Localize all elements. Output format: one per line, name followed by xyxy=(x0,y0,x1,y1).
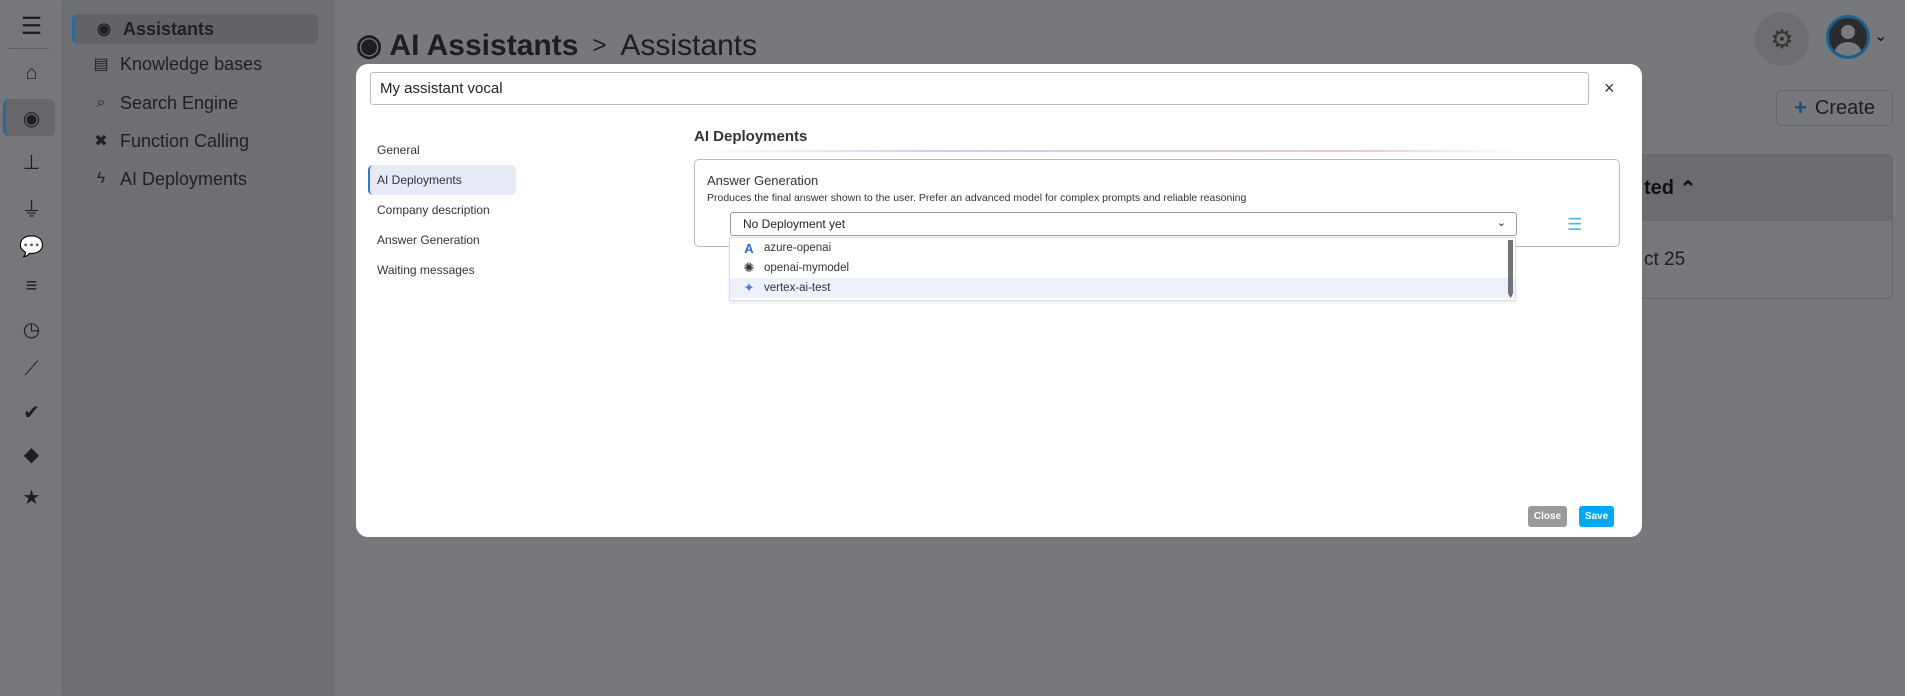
brain-icon: ◉ xyxy=(97,21,111,38)
vertex-sparkle-icon: ✦ xyxy=(743,280,755,295)
table-header[interactable]: ted ⌃ xyxy=(1621,155,1892,221)
comments-icon[interactable]: 💬 xyxy=(0,234,63,259)
nav-company-description[interactable]: Company description xyxy=(368,195,516,225)
assistants-table: ted ⌃ ct 25 xyxy=(1620,154,1893,299)
section-title: AI Deployments xyxy=(694,128,808,145)
icon-bar: ☰ ⌂ ◉ ⊥ ⏚ 💬 ≡ ◷ ⟋ ✔ ◆ ★ xyxy=(0,0,63,696)
sidebar-item-label: Function Calling xyxy=(120,130,250,151)
chevron-down-icon[interactable]: ⌄ xyxy=(1874,26,1887,46)
bolt-icon: ϟ xyxy=(96,170,106,187)
sidebar-item-label: Search Engine xyxy=(120,92,239,113)
modal-nav: General AI Deployments Company descripti… xyxy=(368,135,516,285)
sidebar-item-assistants[interactable]: ◉ Assistants xyxy=(72,14,318,44)
sidebar-item-ai-deployments[interactable]: ϟ AI Deployments xyxy=(72,164,318,194)
sidebar-item-function-calling[interactable]: ✖ Function Calling xyxy=(72,126,318,156)
select-value: No Deployment yet xyxy=(743,217,846,231)
divider xyxy=(694,150,1520,152)
chart-line-icon[interactable]: ⟋ xyxy=(0,358,63,381)
breadcrumb: ◉ AI Assistants > Assistants xyxy=(356,28,757,63)
brain-icon[interactable]: ◉ xyxy=(0,106,63,131)
brain-icon: ◉ xyxy=(356,29,383,62)
table-cell: ct 25 xyxy=(1644,249,1686,270)
tag-icon[interactable]: ◆ xyxy=(0,442,63,467)
sidebar-item-knowledge-bases[interactable]: ▤ Knowledge bases xyxy=(72,49,318,79)
answer-generation-card: Answer Generation Produces the final ans… xyxy=(694,159,1620,247)
sidebar-item-search-engine[interactable]: ⌕ Search Engine xyxy=(72,88,318,118)
breadcrumb-section[interactable]: ◉ AI Assistants xyxy=(356,28,578,63)
divider xyxy=(9,48,49,49)
card-title: Answer Generation xyxy=(707,173,819,188)
assistant-name-input[interactable] xyxy=(370,72,1589,105)
check-circle-icon[interactable]: ✔ xyxy=(0,400,63,425)
deployment-dropdown: Aazure-openai ✺ openai-mymodel ✦ vertex-ai… xyxy=(729,237,1516,301)
avatar[interactable] xyxy=(1826,15,1870,59)
option-label: azure-openai xyxy=(764,242,832,254)
close-icon[interactable]: × xyxy=(1604,78,1615,99)
option-label: vertex-ai-test xyxy=(764,282,831,294)
option-vertex-ai-test[interactable]: ✦ vertex-ai-test xyxy=(730,278,1515,298)
option-azure-openai[interactable]: Aazure-openai xyxy=(730,238,1515,258)
book-icon: ▤ xyxy=(93,56,109,73)
create-button[interactable]: + Create xyxy=(1776,90,1893,126)
menu-icon[interactable]: ☰ xyxy=(0,12,63,41)
sidebar-item-label: AI Deployments xyxy=(120,168,248,189)
nav-waiting-messages[interactable]: Waiting messages xyxy=(368,255,516,285)
gear-icon[interactable]: ⚙ xyxy=(1755,12,1809,66)
sort-up-icon: ⌃ xyxy=(1679,177,1697,200)
breadcrumb-separator: > xyxy=(592,31,607,59)
nav-ai-deployments[interactable]: AI Deployments xyxy=(368,165,516,195)
assistant-modal: × General AI Deployments Company descrip… xyxy=(356,64,1642,537)
azure-icon: A xyxy=(744,240,754,256)
sidebar-item-label: Knowledge bases xyxy=(120,53,263,74)
sidebar-item-label: Assistants xyxy=(123,18,215,39)
tools-icon: ✖ xyxy=(94,133,108,150)
column-header: ted xyxy=(1644,176,1674,199)
star-icon[interactable]: ★ xyxy=(0,485,63,510)
chevron-down-icon: ⌄ xyxy=(1496,217,1506,229)
nav-answer-generation[interactable]: Answer Generation xyxy=(368,225,516,255)
search-icon: ⌕ xyxy=(96,94,106,111)
create-label: Create xyxy=(1814,96,1875,119)
home-icon[interactable]: ⌂ xyxy=(0,62,63,85)
close-button[interactable]: Close xyxy=(1528,506,1567,527)
plus-icon: + xyxy=(1794,95,1807,120)
page-title: Assistants xyxy=(620,28,758,62)
save-button[interactable]: Save xyxy=(1579,506,1614,527)
openai-icon: ✺ xyxy=(743,260,755,275)
sitemap-icon[interactable]: ⊥ xyxy=(0,150,63,175)
option-openai-mymodel[interactable]: ✺ openai-mymodel xyxy=(730,258,1515,278)
plug-icon[interactable]: ⏚ xyxy=(0,193,63,222)
sliders-icon[interactable]: ☰ xyxy=(1567,215,1582,235)
table-row[interactable]: ct 25 xyxy=(1621,221,1892,298)
database-icon[interactable]: ≡ xyxy=(0,275,63,298)
nav-general[interactable]: General xyxy=(368,135,516,165)
card-description: Produces the final answer shown to the u… xyxy=(707,192,1247,204)
side-panel: ◉ Assistants ▤ Knowledge bases ⌕ Search Eng… xyxy=(63,0,331,696)
clock-icon[interactable]: ◷ xyxy=(0,317,63,342)
deployment-select[interactable]: No Deployment yet ⌄ xyxy=(730,212,1517,236)
option-label: openai-mymodel xyxy=(764,262,850,274)
scrollbar[interactable] xyxy=(1508,240,1513,294)
scroll-down-icon[interactable]: ▼ xyxy=(1507,293,1514,300)
